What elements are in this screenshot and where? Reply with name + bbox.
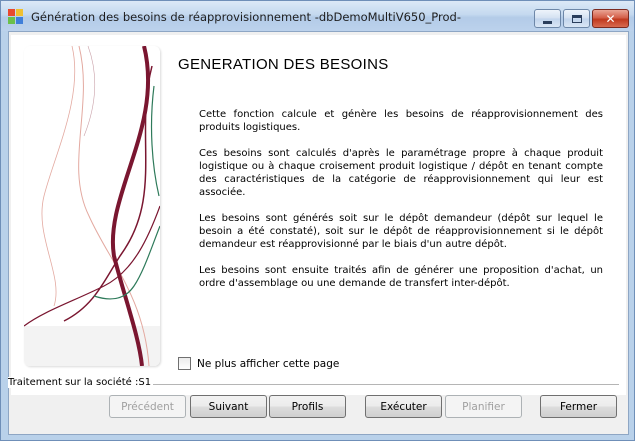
close-window-button[interactable]: ✕ <box>592 9 629 28</box>
hide-page-option[interactable]: Ne plus afficher cette page <box>178 357 339 370</box>
next-button[interactable]: Suivant <box>190 395 267 418</box>
page-title: GENERATION DES BESOINS <box>178 56 389 73</box>
profiles-button[interactable]: Profils <box>269 395 346 418</box>
window-title: Génération des besoins de réapprovisionn… <box>31 10 461 24</box>
close-icon: ✕ <box>605 11 616 26</box>
title-bar[interactable]: Génération des besoins de réapprovisionn… <box>1 1 634 31</box>
execute-button-label: Exécuter <box>380 400 427 413</box>
close-button-label: Fermer <box>559 400 598 413</box>
hide-page-checkbox[interactable] <box>178 357 191 370</box>
wizard-client-area: GENERATION DES BESOINS Cette fonction ca… <box>8 31 629 435</box>
close-button[interactable]: Fermer <box>540 395 617 418</box>
company-group: Traitement sur la société :S1 <box>5 375 630 389</box>
next-button-label: Suivant <box>208 400 249 413</box>
description-paragraph: Les besoins sont ensuite traités afin de… <box>199 265 603 289</box>
description-text: Cette fonction calcule et génère les bes… <box>199 108 603 303</box>
description-paragraph: Ces besoins sont calculés d'après le par… <box>199 148 603 198</box>
previous-button[interactable]: Précédent <box>109 395 186 418</box>
execute-button[interactable]: Exécuter <box>365 395 442 418</box>
description-paragraph: Les besoins sont générés soit sur le dép… <box>199 213 603 250</box>
previous-button-label: Précédent <box>121 400 174 413</box>
decorative-curves-image <box>24 46 160 366</box>
decorative-artwork <box>24 46 160 366</box>
separator-line <box>149 384 619 385</box>
company-label: Traitement sur la société :S1 <box>8 377 154 388</box>
wizard-page-panel: GENERATION DES BESOINS Cette fonction ca… <box>8 35 626 395</box>
maximize-icon <box>571 14 582 23</box>
schedule-button[interactable]: Planifier <box>445 395 522 418</box>
maximize-button[interactable] <box>563 9 590 28</box>
minimize-icon <box>543 20 552 24</box>
minimize-button[interactable] <box>534 9 561 28</box>
application-window: Génération des besoins de réapprovisionn… <box>0 0 635 441</box>
app-logo-icon <box>8 9 24 25</box>
schedule-button-label: Planifier <box>462 400 505 413</box>
description-paragraph: Cette fonction calcule et génère les bes… <box>199 109 603 133</box>
profiles-button-label: Profils <box>291 400 324 413</box>
hide-page-label[interactable]: Ne plus afficher cette page <box>197 358 339 370</box>
